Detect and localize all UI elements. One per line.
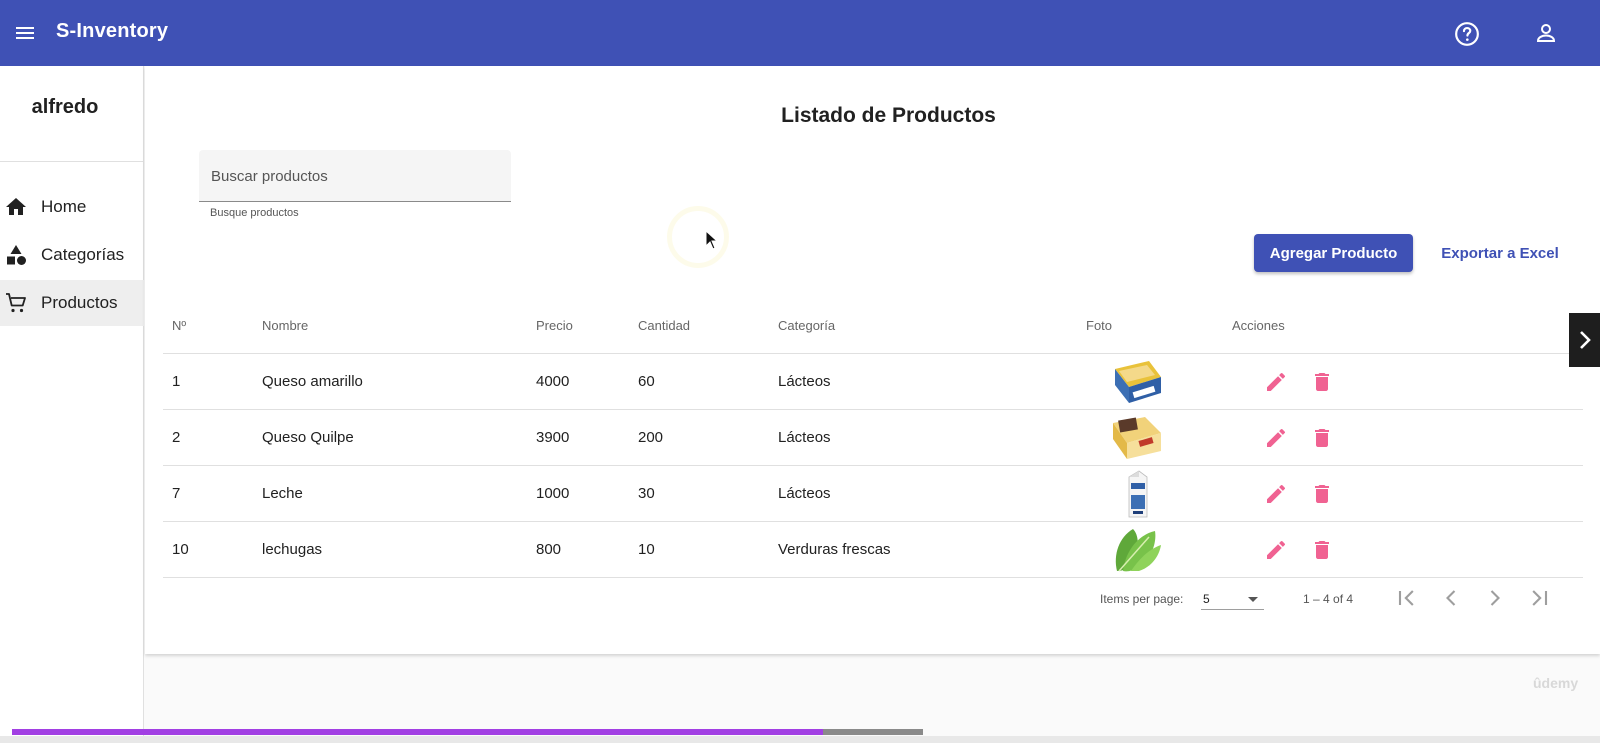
items-per-page-label: Items per page: bbox=[1100, 592, 1184, 606]
video-progress-bar[interactable] bbox=[12, 729, 923, 735]
column-header: Acciones bbox=[1232, 318, 1285, 333]
cell-name: lechugas bbox=[262, 541, 323, 558]
top-toolbar: S-Inventory bbox=[0, 0, 1600, 66]
first-page-icon[interactable] bbox=[1393, 584, 1421, 612]
sidebar-item-label: Categorías bbox=[41, 245, 125, 264]
cell-price: 1000 bbox=[536, 485, 570, 502]
lettuce-image bbox=[1115, 529, 1161, 572]
table-header: Nº Nombre Precio Cantidad Categoría Foto… bbox=[163, 298, 1583, 354]
column-header: Categoría bbox=[778, 318, 836, 333]
sidebar-username: alfredo bbox=[31, 96, 99, 118]
column-header: Foto bbox=[1086, 318, 1113, 333]
table-row: 10 lechugas 800 10 Verduras frescas bbox=[163, 522, 1583, 578]
table-row: 1 Queso amarillo 4000 60 Lácteos bbox=[163, 354, 1583, 410]
home-icon bbox=[6, 198, 26, 215]
cell-price: 4000 bbox=[536, 373, 570, 390]
items-per-page-select[interactable]: 5 bbox=[1201, 588, 1264, 610]
edit-icon[interactable] bbox=[1264, 426, 1288, 450]
items-per-page-value: 5 bbox=[1203, 592, 1210, 606]
cell-name: Leche bbox=[262, 485, 303, 502]
sidebar-divider bbox=[0, 161, 144, 162]
page-range-label: 1 – 4 of 4 bbox=[1303, 592, 1354, 606]
sidebar-item-categorias[interactable]: Categorías bbox=[0, 232, 144, 278]
cell-quantity: 200 bbox=[638, 429, 664, 446]
previous-page-icon[interactable] bbox=[1437, 584, 1465, 612]
cell-category: Lácteos bbox=[778, 485, 831, 502]
video-progress-played bbox=[12, 729, 823, 735]
cell-price: 800 bbox=[536, 541, 562, 558]
cell-id: 2 bbox=[172, 429, 181, 446]
delete-icon[interactable] bbox=[1310, 482, 1334, 506]
account-icon[interactable] bbox=[1534, 21, 1558, 45]
mouse-cursor-icon bbox=[705, 230, 719, 250]
paginator: Items per page: 5 1 – 4 of 4 bbox=[145, 578, 1600, 618]
delete-icon[interactable] bbox=[1310, 426, 1334, 450]
page-title-text: Listado de Productos bbox=[781, 104, 996, 127]
sidebar-item-home[interactable]: Home bbox=[0, 184, 144, 230]
cell-category: Lácteos bbox=[778, 429, 831, 446]
bottom-strip bbox=[0, 736, 1600, 743]
categories-icon bbox=[7, 245, 26, 265]
cell-id: 7 bbox=[172, 485, 181, 502]
edit-icon[interactable] bbox=[1264, 538, 1288, 562]
delete-icon[interactable] bbox=[1310, 370, 1334, 394]
cart-icon bbox=[6, 293, 26, 313]
edit-icon[interactable] bbox=[1264, 370, 1288, 394]
cell-quantity: 30 bbox=[638, 485, 655, 502]
cheese-slices-image bbox=[1113, 417, 1161, 459]
column-header: Nº bbox=[172, 318, 187, 333]
chevron-right-icon bbox=[1580, 331, 1591, 349]
cell-name: Queso Quilpe bbox=[262, 429, 354, 446]
page-title: Listado de Productos bbox=[145, 104, 1600, 128]
sidebar-item-productos[interactable]: Productos bbox=[0, 280, 144, 326]
table-row: 7 Leche 1000 30 Lácteos bbox=[163, 466, 1583, 522]
products-card: Listado de Productos Busque productos Ag… bbox=[145, 66, 1600, 654]
cell-quantity: 10 bbox=[638, 541, 655, 558]
export-excel-button[interactable]: Exportar a Excel bbox=[1430, 234, 1570, 272]
search-field[interactable] bbox=[199, 150, 511, 202]
edit-icon[interactable] bbox=[1264, 482, 1288, 506]
next-page-icon[interactable] bbox=[1481, 584, 1509, 612]
column-header: Nombre bbox=[262, 318, 309, 333]
products-table: Nº Nombre Precio Cantidad Categoría Foto… bbox=[163, 298, 1583, 578]
cell-category: Lácteos bbox=[778, 373, 831, 390]
cell-category: Verduras frescas bbox=[778, 541, 891, 558]
milk-carton-image bbox=[1128, 470, 1148, 518]
app-title: S-Inventory bbox=[56, 20, 169, 42]
cell-quantity: 60 bbox=[638, 373, 655, 390]
cell-name: Queso amarillo bbox=[262, 373, 363, 390]
cell-price: 3900 bbox=[536, 429, 570, 446]
watermark-logo: ûdemy bbox=[1533, 675, 1579, 691]
cheese-package-image bbox=[1115, 361, 1161, 403]
cell-id: 10 bbox=[172, 541, 189, 558]
column-header: Precio bbox=[536, 318, 573, 333]
table-row: 2 Queso Quilpe 3900 200 Lácteos bbox=[163, 410, 1583, 466]
side-panel-toggle[interactable] bbox=[1569, 313, 1600, 367]
add-product-button[interactable]: Agregar Producto bbox=[1254, 234, 1413, 272]
search-hint: Busque productos bbox=[210, 207, 299, 219]
dropdown-arrow-icon bbox=[1248, 597, 1258, 602]
sidebar: alfredo Home Categorías Productos bbox=[0, 66, 144, 743]
sidebar-item-label: Productos bbox=[41, 293, 118, 312]
column-header: Cantidad bbox=[638, 318, 691, 333]
loading-spinner bbox=[667, 206, 729, 268]
delete-icon[interactable] bbox=[1310, 538, 1334, 562]
cell-id: 1 bbox=[172, 373, 181, 390]
last-page-icon[interactable] bbox=[1525, 584, 1553, 612]
help-icon[interactable] bbox=[1454, 21, 1480, 47]
search-input[interactable] bbox=[211, 162, 501, 190]
menu-icon[interactable] bbox=[13, 21, 37, 45]
sidebar-item-label: Home bbox=[41, 197, 87, 216]
